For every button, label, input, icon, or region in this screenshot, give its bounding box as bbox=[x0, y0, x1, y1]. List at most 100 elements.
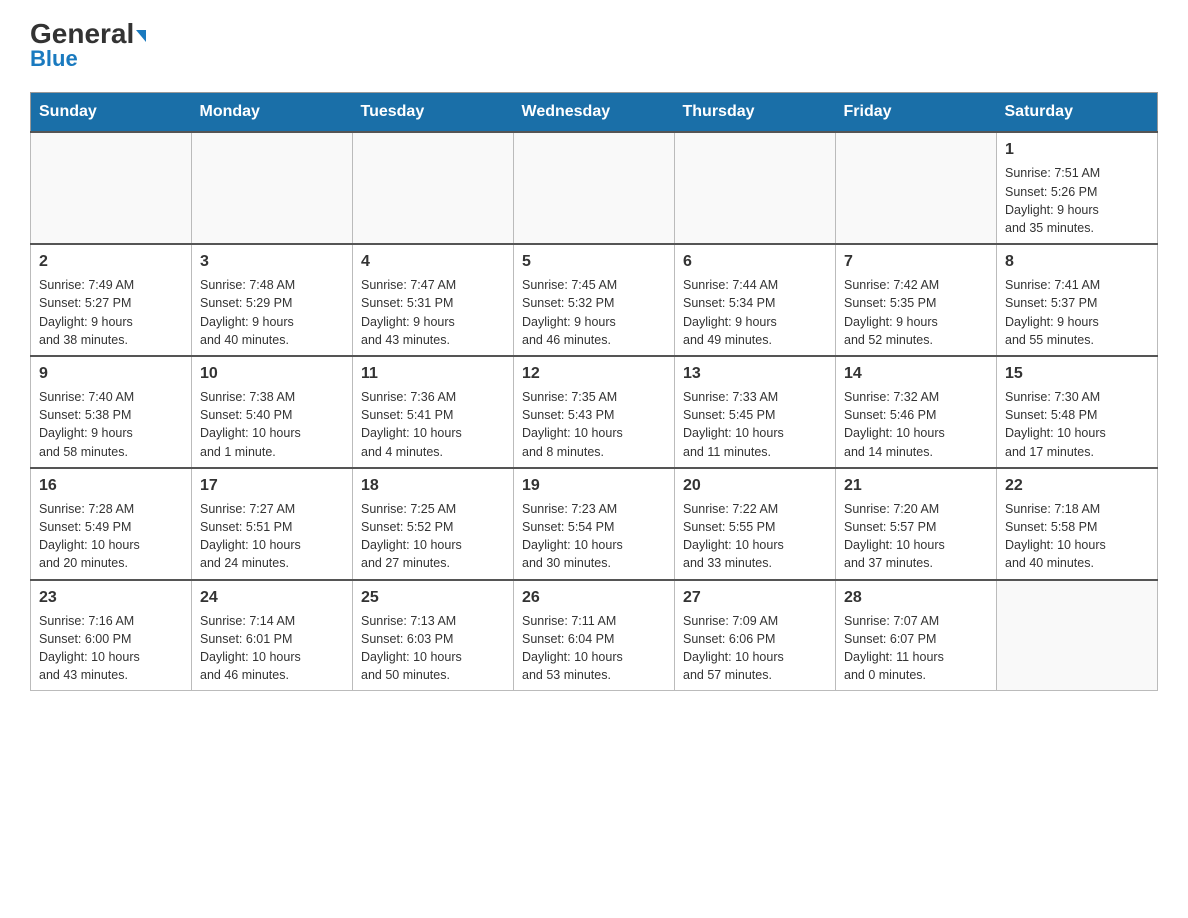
calendar-cell: 27 Sunrise: 7:09 AM Sunset: 6:06 PM Dayli… bbox=[675, 580, 836, 691]
calendar-cell: 12Sunrise: 7:35 AM Sunset: 5:43 PM Dayli… bbox=[514, 356, 675, 468]
day-number: 21 bbox=[844, 475, 988, 497]
week-row-2: 2 Sunrise: 7:49 AM Sunset: 5:27 PM Daylig… bbox=[31, 244, 1158, 356]
calendar-cell: 5Sunrise: 7:45 AM Sunset: 5:32 PM Daylig… bbox=[514, 244, 675, 356]
day-number: 18 bbox=[361, 475, 505, 497]
calendar-cell: 25 Sunrise: 7:13 AM Sunset: 6:03 PM Dayli… bbox=[353, 580, 514, 691]
calendar-cell: 4 Sunrise: 7:47 AM Sunset: 5:31 PM Daylig… bbox=[353, 244, 514, 356]
day-info: Sunrise: 7:28 AM Sunset: 5:49 PM Dayligh… bbox=[39, 500, 183, 573]
day-number: 23 bbox=[39, 587, 183, 609]
day-number: 13 bbox=[683, 363, 827, 385]
logo-blue: Blue bbox=[30, 46, 78, 72]
calendar-cell: 9 Sunrise: 7:40 AM Sunset: 5:38 PM Daylig… bbox=[31, 356, 192, 468]
calendar-cell: 15Sunrise: 7:30 AM Sunset: 5:48 PM Dayli… bbox=[997, 356, 1158, 468]
day-number: 12 bbox=[522, 363, 666, 385]
calendar-cell: 14 Sunrise: 7:32 AM Sunset: 5:46 PM Dayli… bbox=[836, 356, 997, 468]
day-number: 16 bbox=[39, 475, 183, 497]
day-number: 5 bbox=[522, 251, 666, 273]
calendar-cell: 28Sunrise: 7:07 AM Sunset: 6:07 PM Dayli… bbox=[836, 580, 997, 691]
calendar-cell: 1 Sunrise: 7:51 AM Sunset: 5:26 PM Daylig… bbox=[997, 132, 1158, 244]
day-info: Sunrise: 7:22 AM Sunset: 5:55 PM Dayligh… bbox=[683, 500, 827, 573]
day-number: 9 bbox=[39, 363, 183, 385]
day-info: Sunrise: 7:20 AM Sunset: 5:57 PM Dayligh… bbox=[844, 500, 988, 573]
week-row-3: 9 Sunrise: 7:40 AM Sunset: 5:38 PM Daylig… bbox=[31, 356, 1158, 468]
day-info: Sunrise: 7:48 AM Sunset: 5:29 PM Dayligh… bbox=[200, 276, 344, 349]
day-number: 15 bbox=[1005, 363, 1149, 385]
calendar-cell: 3 Sunrise: 7:48 AM Sunset: 5:29 PM Daylig… bbox=[192, 244, 353, 356]
calendar-cell bbox=[675, 132, 836, 244]
calendar-cell: 21 Sunrise: 7:20 AM Sunset: 5:57 PM Dayli… bbox=[836, 468, 997, 580]
day-info: Sunrise: 7:13 AM Sunset: 6:03 PM Dayligh… bbox=[361, 612, 505, 685]
day-number: 27 bbox=[683, 587, 827, 609]
day-info: Sunrise: 7:51 AM Sunset: 5:26 PM Dayligh… bbox=[1005, 164, 1149, 237]
calendar-cell bbox=[353, 132, 514, 244]
day-info: Sunrise: 7:38 AM Sunset: 5:40 PM Dayligh… bbox=[200, 388, 344, 461]
day-number: 10 bbox=[200, 363, 344, 385]
page-header: General Blue bbox=[30, 20, 1158, 72]
day-number: 11 bbox=[361, 363, 505, 385]
day-number: 8 bbox=[1005, 251, 1149, 273]
day-number: 14 bbox=[844, 363, 988, 385]
day-header-thursday: Thursday bbox=[675, 93, 836, 133]
calendar-cell: 20 Sunrise: 7:22 AM Sunset: 5:55 PM Dayli… bbox=[675, 468, 836, 580]
day-info: Sunrise: 7:32 AM Sunset: 5:46 PM Dayligh… bbox=[844, 388, 988, 461]
day-info: Sunrise: 7:16 AM Sunset: 6:00 PM Dayligh… bbox=[39, 612, 183, 685]
calendar-cell bbox=[836, 132, 997, 244]
calendar-cell: 13 Sunrise: 7:33 AM Sunset: 5:45 PM Dayli… bbox=[675, 356, 836, 468]
calendar-cell: 19 Sunrise: 7:23 AM Sunset: 5:54 PM Dayli… bbox=[514, 468, 675, 580]
calendar-cell: 22 Sunrise: 7:18 AM Sunset: 5:58 PM Dayli… bbox=[997, 468, 1158, 580]
calendar-cell bbox=[31, 132, 192, 244]
day-number: 2 bbox=[39, 251, 183, 273]
day-info: Sunrise: 7:11 AM Sunset: 6:04 PM Dayligh… bbox=[522, 612, 666, 685]
calendar-cell: 2 Sunrise: 7:49 AM Sunset: 5:27 PM Daylig… bbox=[31, 244, 192, 356]
day-number: 19 bbox=[522, 475, 666, 497]
day-number: 17 bbox=[200, 475, 344, 497]
calendar-cell: 7 Sunrise: 7:42 AM Sunset: 5:35 PM Daylig… bbox=[836, 244, 997, 356]
day-header-monday: Monday bbox=[192, 93, 353, 133]
day-info: Sunrise: 7:25 AM Sunset: 5:52 PM Dayligh… bbox=[361, 500, 505, 573]
calendar-cell bbox=[514, 132, 675, 244]
calendar-cell: 17 Sunrise: 7:27 AM Sunset: 5:51 PM Dayli… bbox=[192, 468, 353, 580]
logo-arrow-icon bbox=[136, 30, 146, 42]
week-row-4: 16 Sunrise: 7:28 AM Sunset: 5:49 PM Dayli… bbox=[31, 468, 1158, 580]
day-number: 7 bbox=[844, 251, 988, 273]
calendar-header: SundayMondayTuesdayWednesdayThursdayFrid… bbox=[31, 93, 1158, 133]
day-number: 20 bbox=[683, 475, 827, 497]
logo: General Blue bbox=[30, 20, 146, 72]
week-row-5: 23 Sunrise: 7:16 AM Sunset: 6:00 PM Dayli… bbox=[31, 580, 1158, 691]
calendar-cell bbox=[192, 132, 353, 244]
day-info: Sunrise: 7:14 AM Sunset: 6:01 PM Dayligh… bbox=[200, 612, 344, 685]
calendar-cell: 6 Sunrise: 7:44 AM Sunset: 5:34 PM Daylig… bbox=[675, 244, 836, 356]
day-info: Sunrise: 7:41 AM Sunset: 5:37 PM Dayligh… bbox=[1005, 276, 1149, 349]
day-info: Sunrise: 7:09 AM Sunset: 6:06 PM Dayligh… bbox=[683, 612, 827, 685]
day-header-sunday: Sunday bbox=[31, 93, 192, 133]
day-info: Sunrise: 7:07 AM Sunset: 6:07 PM Dayligh… bbox=[844, 612, 988, 685]
day-number: 4 bbox=[361, 251, 505, 273]
day-info: Sunrise: 7:49 AM Sunset: 5:27 PM Dayligh… bbox=[39, 276, 183, 349]
day-info: Sunrise: 7:33 AM Sunset: 5:45 PM Dayligh… bbox=[683, 388, 827, 461]
day-info: Sunrise: 7:18 AM Sunset: 5:58 PM Dayligh… bbox=[1005, 500, 1149, 573]
day-info: Sunrise: 7:47 AM Sunset: 5:31 PM Dayligh… bbox=[361, 276, 505, 349]
calendar-body: 1 Sunrise: 7:51 AM Sunset: 5:26 PM Daylig… bbox=[31, 132, 1158, 691]
day-info: Sunrise: 7:23 AM Sunset: 5:54 PM Dayligh… bbox=[522, 500, 666, 573]
calendar-cell bbox=[997, 580, 1158, 691]
day-number: 1 bbox=[1005, 139, 1149, 161]
week-row-1: 1 Sunrise: 7:51 AM Sunset: 5:26 PM Daylig… bbox=[31, 132, 1158, 244]
calendar-cell: 11 Sunrise: 7:36 AM Sunset: 5:41 PM Dayli… bbox=[353, 356, 514, 468]
day-info: Sunrise: 7:44 AM Sunset: 5:34 PM Dayligh… bbox=[683, 276, 827, 349]
day-info: Sunrise: 7:36 AM Sunset: 5:41 PM Dayligh… bbox=[361, 388, 505, 461]
day-info: Sunrise: 7:40 AM Sunset: 5:38 PM Dayligh… bbox=[39, 388, 183, 461]
day-header-tuesday: Tuesday bbox=[353, 93, 514, 133]
day-number: 22 bbox=[1005, 475, 1149, 497]
calendar-cell: 24Sunrise: 7:14 AM Sunset: 6:01 PM Dayli… bbox=[192, 580, 353, 691]
calendar-cell: 26Sunrise: 7:11 AM Sunset: 6:04 PM Dayli… bbox=[514, 580, 675, 691]
day-header-friday: Friday bbox=[836, 93, 997, 133]
calendar-cell: 10 Sunrise: 7:38 AM Sunset: 5:40 PM Dayli… bbox=[192, 356, 353, 468]
day-number: 6 bbox=[683, 251, 827, 273]
day-info: Sunrise: 7:27 AM Sunset: 5:51 PM Dayligh… bbox=[200, 500, 344, 573]
day-number: 3 bbox=[200, 251, 344, 273]
day-number: 25 bbox=[361, 587, 505, 609]
day-info: Sunrise: 7:42 AM Sunset: 5:35 PM Dayligh… bbox=[844, 276, 988, 349]
calendar-cell: 23 Sunrise: 7:16 AM Sunset: 6:00 PM Dayli… bbox=[31, 580, 192, 691]
day-header-saturday: Saturday bbox=[997, 93, 1158, 133]
calendar-table: SundayMondayTuesdayWednesdayThursdayFrid… bbox=[30, 92, 1158, 691]
